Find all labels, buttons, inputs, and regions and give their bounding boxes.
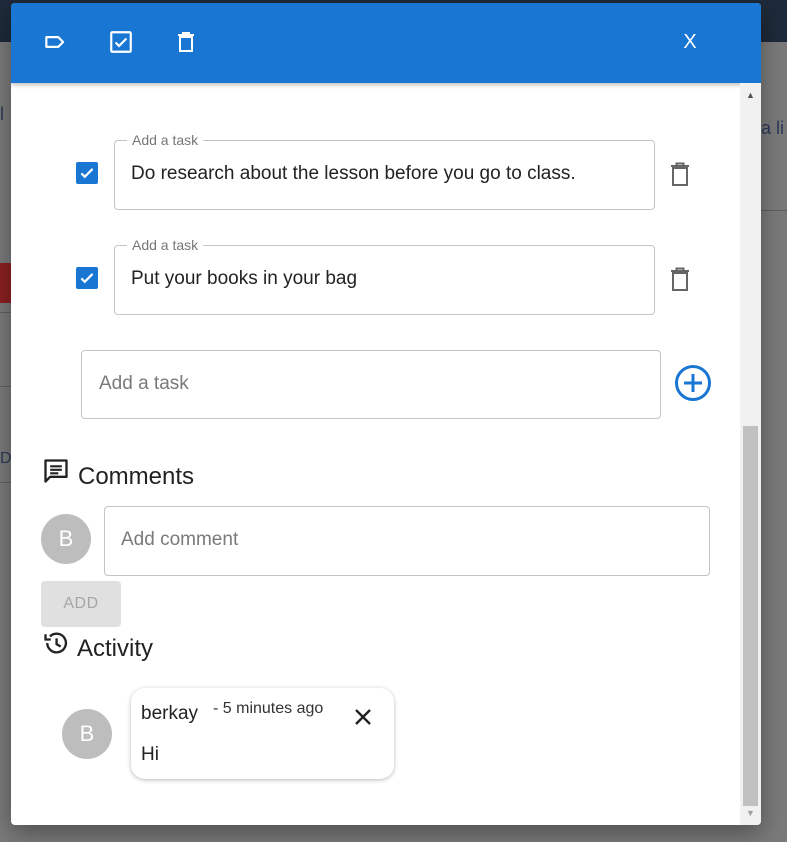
scroll-up-arrow-icon[interactable]: ▲ — [740, 87, 761, 103]
new-task-placeholder: Add a task — [99, 373, 189, 394]
check-icon — [80, 273, 94, 284]
task-field-label: Add a task — [127, 237, 204, 253]
scrollbar-thumb[interactable] — [743, 426, 758, 806]
scroll-down-arrow-icon[interactable]: ▼ — [740, 805, 761, 821]
comments-title: Comments — [78, 463, 195, 490]
close-button[interactable]: X — [675, 27, 705, 57]
background-text-fragment: a li — [761, 118, 785, 138]
delete-task-icon[interactable] — [668, 265, 692, 293]
delete-task-icon[interactable] — [668, 160, 692, 188]
check-icon — [80, 168, 94, 179]
background-divider — [761, 210, 787, 211]
history-icon — [44, 632, 68, 654]
avatar: B — [62, 709, 112, 759]
background-divider — [0, 386, 11, 387]
activity-time: - 5 minutes ago — [213, 700, 324, 717]
avatar: B — [41, 514, 91, 564]
task-field[interactable]: Add a task Do research about the lesson … — [114, 132, 655, 210]
comment-placeholder: Add comment — [121, 529, 239, 550]
task-checkbox[interactable] — [76, 267, 98, 289]
activity-text: Hi — [141, 744, 159, 765]
dialog-header: X — [11, 3, 761, 83]
task-field-label: Add a task — [127, 132, 204, 148]
task-checkbox[interactable] — [76, 162, 98, 184]
delete-activity-icon[interactable] — [351, 705, 375, 729]
background-red-badge — [0, 263, 11, 303]
scrollbar[interactable]: ▲ ▼ — [740, 83, 761, 825]
task-field-value: Do research about the lesson before you … — [131, 163, 576, 184]
delete-card-button[interactable] — [171, 27, 201, 57]
background-text-fragment: l — [0, 104, 4, 124]
activity-user: berkay — [141, 703, 199, 724]
background-text-fragment: D — [0, 450, 12, 467]
new-task-input[interactable]: Add a task — [81, 350, 661, 419]
add-task-icon[interactable] — [674, 364, 712, 402]
background-divider — [0, 482, 11, 483]
checkbox-icon — [110, 31, 132, 53]
task-field-value: Put your books in your bag — [131, 268, 358, 289]
trash-icon — [178, 32, 194, 52]
checklist-button[interactable] — [106, 27, 136, 57]
label-icon — [45, 36, 65, 48]
card-detail-dialog: X Add a task Do research about the lesso… — [11, 3, 761, 825]
comment-icon — [44, 459, 68, 483]
background-divider — [0, 312, 11, 313]
add-comment-button[interactable]: ADD — [41, 581, 121, 627]
activity-entry: berkay - 5 minutes ago Hi — [131, 688, 394, 779]
label-button[interactable] — [40, 27, 70, 57]
task-field[interactable]: Add a task Put your books in your bag — [114, 237, 655, 315]
comment-input[interactable]: Add comment — [104, 506, 710, 576]
activity-title: Activity — [77, 635, 154, 662]
